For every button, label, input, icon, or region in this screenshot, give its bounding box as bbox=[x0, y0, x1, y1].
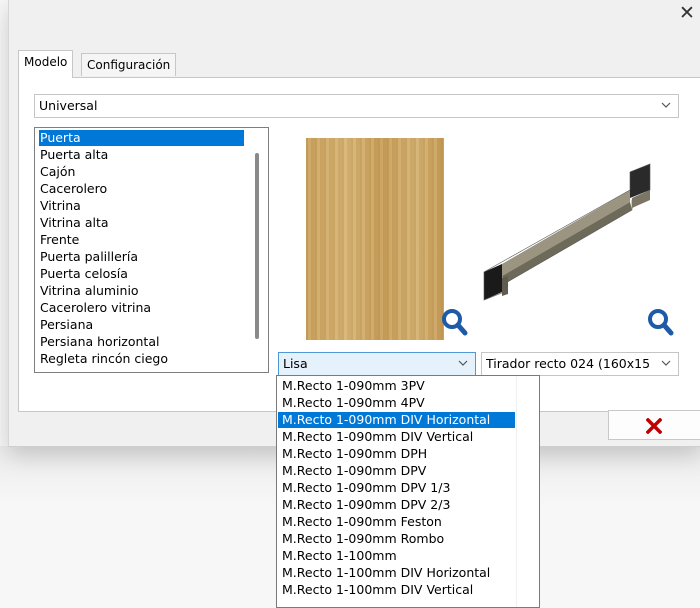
list-item[interactable]: Puerta bbox=[39, 130, 244, 146]
list-item[interactable]: Frente bbox=[39, 232, 80, 248]
dropdown-item[interactable]: M.Recto 1-090mm DPV 1/3 bbox=[278, 480, 450, 496]
list-item-partial[interactable] bbox=[39, 368, 41, 372]
close-icon[interactable]: ✕ bbox=[676, 2, 698, 24]
handle-combo-value: Tirador recto 024 (160x15 bbox=[486, 356, 651, 371]
list-item[interactable]: Vitrina alta bbox=[39, 215, 110, 231]
list-item[interactable]: Persiana bbox=[39, 317, 94, 333]
list-item[interactable]: Vitrina bbox=[39, 198, 82, 214]
zoom-icon[interactable] bbox=[440, 307, 468, 337]
dropdown-item[interactable]: M.Recto 1-090mm Rombo bbox=[278, 531, 444, 547]
model-dropdown-list[interactable]: M.Recto 1-090mm 3PV M.Recto 1-090mm 4PV … bbox=[276, 375, 540, 608]
dropdown-item[interactable]: M.Recto 1-090mm DPV bbox=[278, 463, 426, 479]
list-item[interactable]: Regleta rincón ciego bbox=[39, 351, 169, 367]
dropdown-item-partial[interactable] bbox=[278, 599, 282, 607]
chevron-down-icon bbox=[661, 360, 671, 366]
tab-modelo[interactable]: Modelo bbox=[18, 50, 74, 78]
dropdown-item[interactable]: M.Recto 1-090mm DIV Horizontal bbox=[278, 412, 515, 428]
list-item[interactable]: Cacerolero bbox=[39, 181, 108, 197]
close-icon bbox=[646, 418, 662, 434]
dropdown-scrollbar[interactable] bbox=[516, 376, 539, 607]
dropdown-item[interactable]: M.Recto 1-090mm DPH bbox=[278, 446, 427, 462]
list-scrollbar[interactable] bbox=[255, 153, 259, 339]
list-item[interactable]: Puerta alta bbox=[39, 147, 109, 163]
list-item[interactable]: Vitrina aluminio bbox=[39, 283, 140, 299]
list-item[interactable]: Puerta palillería bbox=[39, 249, 139, 265]
dropdown-item[interactable]: M.Recto 1-090mm Feston bbox=[278, 514, 442, 530]
chevron-down-icon bbox=[661, 102, 671, 108]
zoom-icon[interactable] bbox=[646, 307, 674, 337]
category-combo-value: Universal bbox=[39, 98, 98, 113]
list-item[interactable]: Persiana horizontal bbox=[39, 334, 160, 350]
dropdown-item[interactable]: M.Recto 1-090mm 4PV bbox=[278, 395, 425, 411]
dropdown-item[interactable]: M.Recto 1-090mm DPV 2/3 bbox=[278, 497, 450, 513]
wood-door-image bbox=[306, 138, 444, 340]
list-item[interactable]: Puerta celosía bbox=[39, 266, 129, 282]
list-item[interactable]: Cacerolero vitrina bbox=[39, 300, 152, 316]
tab-configuracion[interactable]: Configuración bbox=[81, 53, 177, 76]
handle-image bbox=[483, 163, 651, 301]
category-combo[interactable]: Universal bbox=[34, 94, 679, 118]
list-item[interactable]: Cajón bbox=[39, 164, 76, 180]
dropdown-item[interactable]: M.Recto 1-100mm DIV Vertical bbox=[278, 582, 473, 598]
dropdown-item[interactable]: M.Recto 1-090mm 3PV bbox=[278, 378, 425, 394]
dropdown-item[interactable]: M.Recto 1-090mm DIV Vertical bbox=[278, 429, 473, 445]
cancel-button[interactable] bbox=[608, 410, 700, 440]
door-type-list[interactable]: Puerta Puerta alta Cajón Cacerolero Vitr… bbox=[34, 127, 269, 373]
dropdown-item[interactable]: M.Recto 1-100mm DIV Horizontal bbox=[278, 565, 490, 581]
dropdown-item[interactable]: M.Recto 1-100mm bbox=[278, 548, 397, 564]
model-combo[interactable]: Lisa bbox=[278, 352, 476, 376]
model-combo-value: Lisa bbox=[283, 356, 308, 371]
handle-combo[interactable]: Tirador recto 024 (160x15 bbox=[481, 352, 679, 376]
chevron-down-icon bbox=[458, 360, 468, 366]
